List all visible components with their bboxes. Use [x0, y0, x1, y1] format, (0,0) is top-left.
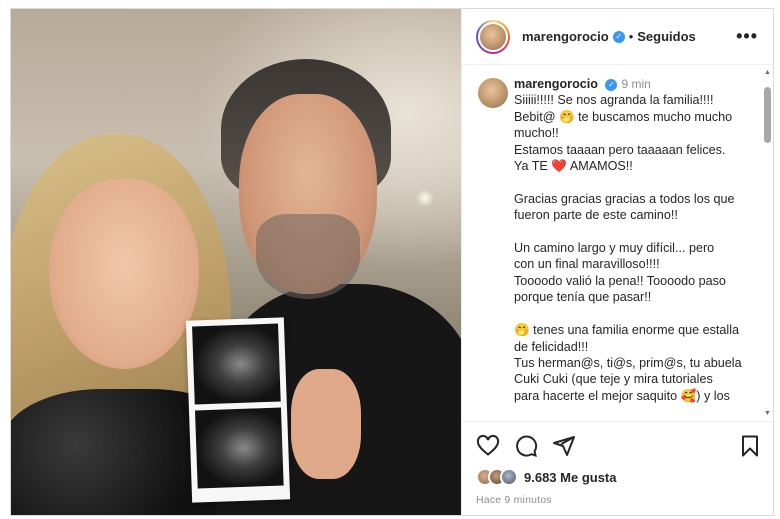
post-actions: 9.683 Me gusta Hace 9 minutos	[462, 421, 773, 515]
caption-text: Siiiii!!!!! Se nos agranda la familia!!!…	[514, 93, 742, 403]
header-separator: •	[628, 29, 634, 44]
post-side-pane: marengorocio ✓ • Seguidos ••• marengoroc…	[461, 9, 773, 515]
likes-row[interactable]: 9.683 Me gusta	[476, 468, 617, 486]
caption-verified-badge-icon: ✓	[605, 78, 618, 91]
share-icon[interactable]	[552, 434, 576, 458]
bookmark-icon[interactable]	[738, 434, 762, 458]
following-button[interactable]: Seguidos	[637, 29, 696, 44]
post-photo[interactable]	[11, 9, 461, 515]
liker-avatar	[500, 468, 518, 486]
more-options-icon[interactable]: •••	[736, 26, 758, 47]
photo-hand	[291, 369, 361, 479]
action-icons	[476, 434, 576, 458]
caption-area[interactable]: marengorocio ✓ 9 min Siiiii!!!!! Se nos a…	[462, 66, 773, 421]
author-avatar-image	[478, 21, 508, 52]
photo-woman-face	[49, 179, 199, 369]
photo-lamp	[416, 189, 434, 207]
heart-icon[interactable]	[476, 434, 500, 458]
caption-avatar[interactable]	[478, 78, 508, 108]
ultrasound-printout	[185, 317, 291, 503]
author-avatar[interactable]	[476, 19, 510, 54]
post-header: marengorocio ✓ • Seguidos •••	[462, 9, 773, 65]
photo-man-beard	[256, 214, 360, 299]
scroll-up-arrow-icon[interactable]: ▲	[764, 69, 771, 76]
caption: marengorocio ✓ 9 min Siiiii!!!!! Se nos a…	[514, 76, 762, 404]
ultrasound-scan-top	[192, 323, 281, 405]
scroll-thumb[interactable]	[764, 87, 771, 143]
caption-scrollbar[interactable]: ▲ ▼	[763, 69, 772, 417]
scroll-down-arrow-icon[interactable]: ▼	[764, 410, 771, 417]
instagram-post-frame: marengorocio ✓ • Seguidos ••• marengoroc…	[10, 8, 774, 516]
caption-username[interactable]: marengorocio	[514, 77, 598, 91]
author-username[interactable]: marengorocio	[522, 29, 609, 44]
caption-time: 9 min	[621, 77, 651, 91]
post-timestamp[interactable]: Hace 9 minutos	[476, 494, 552, 506]
ultrasound-scan-bottom	[194, 407, 284, 489]
comment-icon[interactable]	[514, 434, 538, 458]
likes-count[interactable]: 9.683 Me gusta	[524, 470, 617, 485]
verified-badge-icon: ✓	[612, 30, 625, 43]
